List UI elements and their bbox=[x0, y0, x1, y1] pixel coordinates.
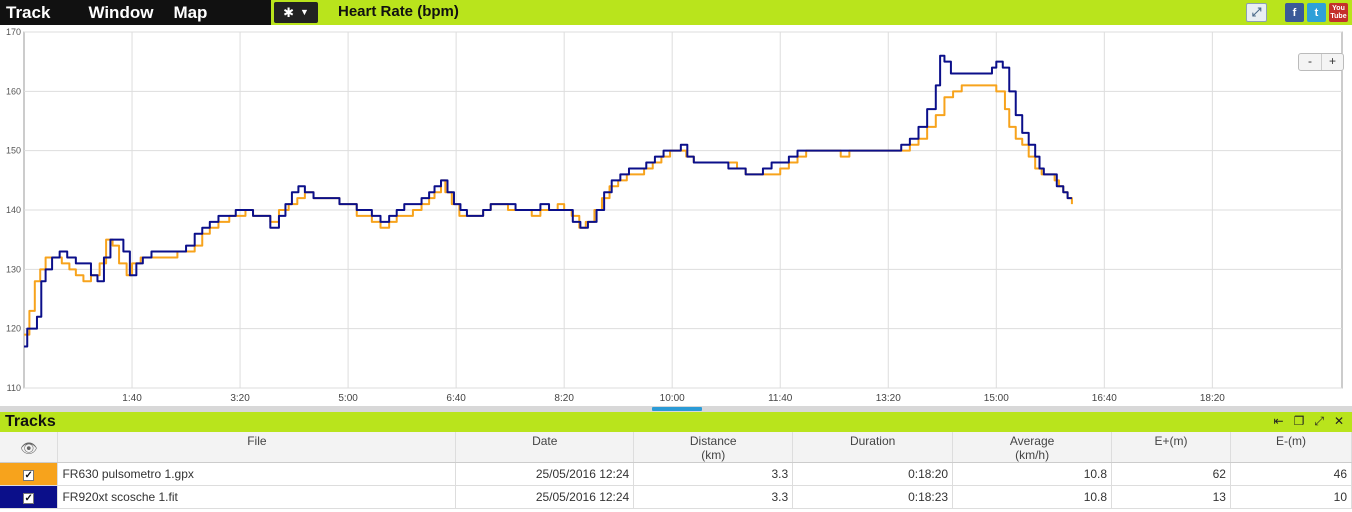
x-tick-label: 1:40 bbox=[122, 393, 142, 404]
y-tick-label: 110 bbox=[7, 383, 21, 393]
x-tick-label: 18:20 bbox=[1200, 393, 1225, 404]
cell-average: 10.8 bbox=[952, 462, 1113, 486]
cell-distance: 3.3 bbox=[633, 462, 794, 486]
youtube-icon[interactable]: You Tube bbox=[1329, 3, 1348, 22]
cell-eplus: 13 bbox=[1111, 485, 1231, 509]
cell-date: 25/05/2016 12:24 bbox=[455, 485, 635, 509]
y-tick-label: 120 bbox=[6, 324, 21, 334]
x-tick-label: 15:00 bbox=[984, 393, 1009, 404]
maximize-icon[interactable]: ⤢ bbox=[1314, 414, 1324, 429]
cell-distance: 3.3 bbox=[633, 485, 794, 509]
fullscreen-icon[interactable]: ⤢ bbox=[1246, 3, 1267, 22]
cell-average: 10.8 bbox=[952, 485, 1113, 509]
x-tick-label: 13:20 bbox=[876, 393, 901, 404]
track-color-swatch: ✓ bbox=[0, 485, 59, 509]
menu-map[interactable]: Map bbox=[173, 3, 207, 23]
cell-eplus: 62 bbox=[1111, 462, 1231, 486]
track-visible-checkbox[interactable]: ✓ bbox=[23, 470, 35, 481]
y-tick-label: 160 bbox=[6, 86, 21, 96]
track-color-swatch: ✓ bbox=[0, 462, 59, 486]
chevron-down-icon: ▼ bbox=[299, 7, 309, 17]
restore-icon[interactable]: ❐ bbox=[1294, 414, 1305, 429]
table-row[interactable]: ✓ FR630 pulsometro 1.gpx 25/05/2016 12:2… bbox=[0, 462, 1352, 486]
cell-file: FR630 pulsometro 1.gpx bbox=[57, 462, 457, 486]
gear-icon: ✱ bbox=[283, 5, 294, 20]
column-header-duration[interactable]: Duration bbox=[792, 432, 954, 463]
x-tick-label: 5:00 bbox=[338, 393, 358, 404]
column-header-date[interactable]: Date bbox=[455, 432, 635, 463]
cell-date: 25/05/2016 12:24 bbox=[455, 462, 635, 486]
track-visible-checkbox[interactable]: ✓ bbox=[23, 493, 35, 504]
main-menu: Track Window Map bbox=[0, 0, 271, 25]
cell-duration: 0:18:20 bbox=[792, 462, 954, 486]
settings-dropdown-button[interactable]: ✱ ▼ bbox=[274, 2, 318, 23]
menu-window[interactable]: Window bbox=[88, 3, 153, 23]
tracks-title: Tracks bbox=[5, 413, 56, 430]
x-tick-label: 8:20 bbox=[554, 393, 574, 404]
column-header-eminus[interactable]: E-(m) bbox=[1230, 432, 1352, 463]
y-tick-label: 130 bbox=[6, 264, 21, 274]
top-toolbar: Track Window Map ✱ ▼ Heart Rate (bpm) ⤢ … bbox=[0, 0, 1352, 25]
x-tick-label: 6:40 bbox=[446, 393, 466, 404]
column-header-average[interactable]: Average (km/h) bbox=[952, 432, 1113, 463]
facebook-icon[interactable]: f bbox=[1285, 3, 1304, 22]
twitter-icon[interactable]: t bbox=[1307, 3, 1326, 22]
cell-file: FR920xt scosche 1.fit bbox=[57, 485, 457, 509]
chart-title: Heart Rate (bpm) bbox=[338, 3, 459, 20]
column-header-file[interactable]: File bbox=[57, 432, 457, 463]
zoom-controls: - + bbox=[1298, 53, 1344, 71]
eye-icon: 👁 bbox=[19, 440, 38, 456]
zoom-in-button[interactable]: + bbox=[1321, 54, 1343, 70]
column-header-eplus[interactable]: E+(m) bbox=[1111, 432, 1231, 463]
close-icon[interactable]: ✕ bbox=[1334, 414, 1344, 429]
table-header-row: 👁 File Date Distance (km) Duration Averag… bbox=[0, 432, 1352, 463]
cell-duration: 0:18:23 bbox=[792, 485, 954, 509]
y-tick-label: 140 bbox=[6, 205, 21, 215]
visibility-column-header[interactable]: 👁 bbox=[0, 432, 59, 463]
tracks-header: Tracks ⇤ ❐ ⤢ ✕ bbox=[0, 412, 1352, 432]
y-tick-label: 150 bbox=[6, 146, 21, 156]
x-tick-label: 10:00 bbox=[660, 393, 685, 404]
table-row[interactable]: ✓ FR920xt scosche 1.fit 25/05/2016 12:24… bbox=[0, 485, 1352, 509]
cell-eminus: 46 bbox=[1230, 462, 1352, 486]
zoom-out-button[interactable]: - bbox=[1299, 54, 1321, 70]
x-tick-label: 3:20 bbox=[230, 393, 250, 404]
tracks-table: 👁 File Date Distance (km) Duration Averag… bbox=[0, 432, 1352, 509]
menu-track[interactable]: Track bbox=[6, 3, 50, 23]
y-tick-label: 170 bbox=[6, 27, 21, 37]
tracks-controls: ⇤ ❐ ⤢ ✕ bbox=[1274, 414, 1345, 429]
heart-rate-chart[interactable]: 110 120 130 140 150 160 170 1:40 3:20 5:00 6:40 8:2… bbox=[0, 25, 1352, 406]
top-icons: ⤢ f t You Tube bbox=[1246, 3, 1352, 22]
x-tick-label: 16:40 bbox=[1092, 393, 1117, 404]
resize-handle[interactable] bbox=[652, 407, 702, 411]
column-header-distance[interactable]: Distance (km) bbox=[633, 432, 794, 463]
chart-svg: 110 120 130 140 150 160 170 1:40 3:20 5:00 6:40 8:2… bbox=[6, 27, 1343, 404]
x-tick-label: 11:40 bbox=[768, 393, 793, 404]
cell-eminus: 10 bbox=[1230, 485, 1352, 509]
dock-icon[interactable]: ⇤ bbox=[1274, 414, 1284, 429]
